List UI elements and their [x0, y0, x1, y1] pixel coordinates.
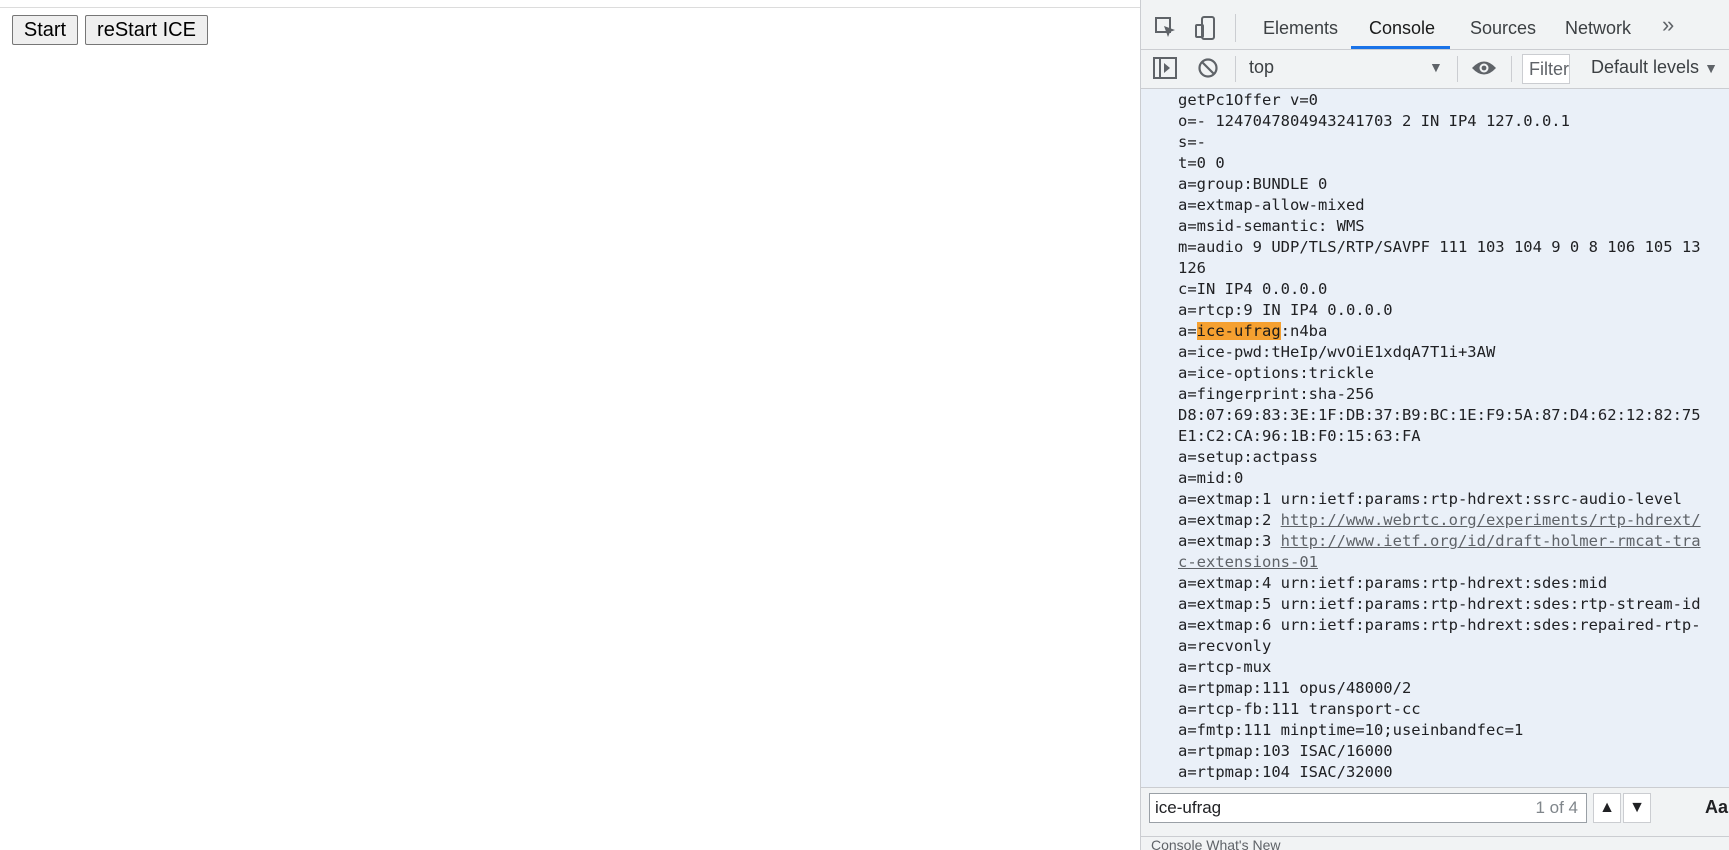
restart-ice-button[interactable]: reStart ICE	[85, 15, 208, 45]
next-match-button[interactable]: ▼	[1623, 793, 1651, 823]
console-output: getPc1Offer v=0 o=- 1247047804943241703 2…	[1141, 89, 1729, 787]
match-count: 1 of 4	[1535, 798, 1578, 817]
console-link[interactable]: http://www.webrtc.org/experiments/rtp-hd…	[1281, 511, 1701, 529]
toolbar-separator	[1235, 56, 1236, 82]
console-line: a=rtcp-mux	[1178, 658, 1272, 676]
console-line: a=group:BUNDLE 0	[1178, 175, 1328, 193]
console-line: a=ice-pwd:tHeIp/wvOiE1xdqA7T1i+3AW	[1178, 343, 1496, 361]
console-line: a=extmap-allow-mixed	[1178, 196, 1365, 214]
eye-icon[interactable]	[1471, 58, 1497, 83]
console-line: a=extmap:4 urn:ietf:params:rtp-hdrext:sd…	[1178, 574, 1608, 592]
log-levels-label: Default levels	[1591, 57, 1700, 77]
clear-console-icon[interactable]	[1197, 57, 1219, 84]
chevron-down-icon[interactable]: ▼	[1429, 59, 1443, 75]
console-line: a=recvonly	[1178, 637, 1272, 655]
console-line: D8:07:69:83:3E:1F:DB:37:B9:BC:1E:F9:5A:8…	[1178, 406, 1701, 424]
console-toolbar: top ▼ Filter Default levels ▼	[1141, 50, 1729, 89]
match-case-button[interactable]: Aa	[1705, 797, 1728, 818]
filter-input[interactable]: Filter	[1522, 54, 1570, 84]
inspect-element-icon[interactable]	[1153, 15, 1179, 41]
console-drawer-tabs: Console What's New	[1141, 836, 1729, 850]
console-line: a=fingerprint:sha-256	[1178, 385, 1374, 403]
devtools-tabbar: Elements Console Sources Network »	[1141, 0, 1729, 50]
console-line: a=rtcp:9 IN IP4 0.0.0.0	[1178, 301, 1393, 319]
more-tabs-icon[interactable]: »	[1662, 12, 1674, 38]
console-line: a=ice-options:trickle	[1178, 364, 1374, 382]
toolbar-separator	[1457, 56, 1458, 82]
console-line: c=IN IP4 0.0.0.0	[1178, 280, 1328, 298]
web-page	[0, 8, 1140, 850]
previous-match-button[interactable]: ▲	[1593, 793, 1621, 823]
console-line: a=extmap:6 urn:ietf:params:rtp-hdrext:sd…	[1178, 616, 1701, 634]
console-line: getPc1Offer v=0	[1178, 91, 1318, 109]
console-line: a=mid:0	[1178, 469, 1244, 487]
context-selector[interactable]: top	[1249, 57, 1274, 78]
console-line: o=- 1247047804943241703 2 IN IP4 127.0.0…	[1178, 112, 1570, 130]
console-line: a=msid-semantic: WMS	[1178, 217, 1365, 235]
tab-network[interactable]: Network	[1565, 0, 1631, 49]
tab-console[interactable]: Console	[1369, 0, 1435, 49]
console-line: a=extmap:3 http://www.ietf.org/id/draft-…	[1178, 532, 1701, 550]
console-line: t=0 0	[1178, 154, 1225, 172]
sidebar-toggle-icon[interactable]	[1153, 57, 1177, 84]
console-line: E1:C2:CA:96:1B:F0:15:63:FA	[1178, 427, 1421, 445]
console-line: s=-	[1178, 133, 1206, 151]
console-line: a=rtpmap:103 ISAC/16000	[1178, 742, 1393, 760]
console-link[interactable]: c-extensions-01	[1178, 553, 1318, 571]
console-line: a=fmtp:111 minptime=10;useinbandfec=1	[1178, 721, 1524, 739]
console-line: a=setup:actpass	[1178, 448, 1318, 466]
console-line: m=audio 9 UDP/TLS/RTP/SAVPF 111 103 104 …	[1178, 238, 1701, 256]
tabbar-separator	[1235, 14, 1236, 42]
console-line: a=rtpmap:104 ISAC/32000	[1178, 763, 1393, 781]
console-line: a=extmap:5 urn:ietf:params:rtp-hdrext:sd…	[1178, 595, 1701, 613]
start-button[interactable]: Start	[12, 15, 78, 45]
console-line: a=rtcp-fb:111 transport-cc	[1178, 700, 1421, 718]
console-line: a=extmap:1 urn:ietf:params:rtp-hdrext:ss…	[1178, 490, 1682, 508]
console-line: 126	[1178, 259, 1206, 277]
console-line: a=extmap:2 http://www.webrtc.org/experim…	[1178, 511, 1701, 529]
tab-sources[interactable]: Sources	[1470, 0, 1536, 49]
console-search-bar: ice-ufrag 1 of 4 ▲ ▼ Aa	[1141, 787, 1729, 836]
search-input[interactable]: ice-ufrag 1 of 4	[1149, 793, 1587, 823]
log-levels-dropdown[interactable]: Default levels ▼	[1591, 57, 1718, 78]
active-tab-indicator	[1351, 46, 1450, 49]
console-line: a=rtpmap:111 opus/48000/2	[1178, 679, 1412, 697]
console-link[interactable]: http://www.ietf.org/id/draft-holmer-rmca…	[1281, 532, 1701, 550]
console-line: a=ice-ufrag:n4ba	[1178, 322, 1328, 340]
device-toolbar-icon[interactable]	[1193, 15, 1219, 41]
drawer-tabs-label[interactable]: Console What's New	[1151, 837, 1281, 850]
search-highlight: ice-ufrag	[1196, 322, 1281, 340]
toolbar-separator	[1511, 56, 1512, 82]
devtools-panel: Elements Console Sources Network » top ▼…	[1140, 0, 1729, 850]
tab-elements[interactable]: Elements	[1263, 0, 1338, 49]
console-line: c-extensions-01	[1178, 552, 1318, 573]
search-input-value: ice-ufrag	[1155, 798, 1222, 817]
chevron-down-icon: ▼	[1704, 60, 1718, 76]
